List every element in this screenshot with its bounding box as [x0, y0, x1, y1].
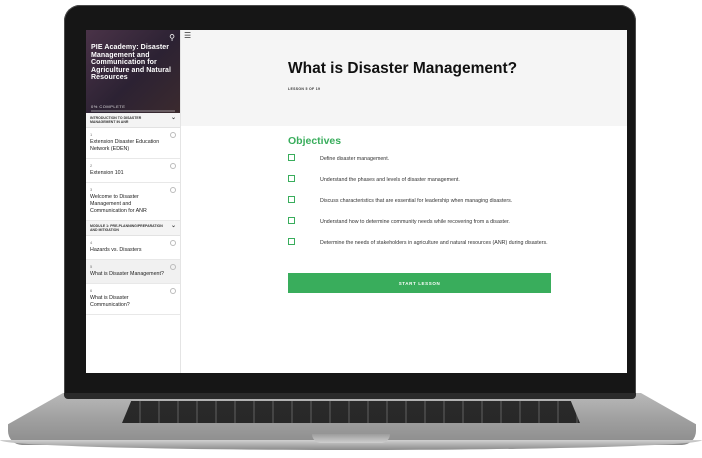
checkbox-icon[interactable] — [288, 196, 295, 203]
lesson-title: What is Disaster Management? — [288, 60, 518, 77]
checkbox-icon[interactable] — [288, 154, 295, 161]
start-lesson-button[interactable]: START LESSON — [288, 273, 551, 293]
objectives-heading: Objectives — [288, 135, 342, 147]
sidebar-section-module-1[interactable]: MODULE 1: PRE-PLANNING/PREPARATION AND M… — [86, 221, 180, 236]
lesson-header — [181, 30, 627, 126]
lesson-number: 1 — [90, 132, 93, 137]
checkbox-icon[interactable] — [288, 217, 295, 224]
status-circle-icon — [170, 240, 176, 246]
course-title: PIE Academy: Disaster Management and Com… — [91, 44, 172, 81]
objective-item[interactable]: Define disaster management. — [288, 154, 558, 175]
chevron-down-icon[interactable]: ⌄ — [171, 115, 176, 121]
lesson-name: What is Disaster Communication? — [90, 295, 130, 308]
laptop-opening-notch — [312, 434, 390, 443]
menu-icon[interactable]: ☰ — [184, 32, 191, 40]
chevron-down-icon[interactable]: ⌄ — [171, 223, 176, 229]
objective-item[interactable]: Discuss characteristics that are essenti… — [288, 196, 558, 217]
laptop-screen: ⚲ PIE Academy: Disaster Management and C… — [86, 30, 627, 373]
status-circle-icon — [170, 132, 176, 138]
course-header: ⚲ PIE Academy: Disaster Management and C… — [86, 30, 180, 113]
sidebar-lesson-4[interactable]: 4 Hazards vs. Disasters — [86, 236, 180, 260]
lesson-number: 5 — [90, 264, 93, 269]
sidebar-lesson-2[interactable]: 2 Extension 101 — [86, 159, 180, 183]
checkbox-icon[interactable] — [288, 238, 295, 245]
status-circle-icon — [170, 163, 176, 169]
objective-text: Understand the phases and levels of disa… — [320, 177, 460, 183]
checkbox-icon[interactable] — [288, 175, 295, 182]
objective-text: Define disaster management. — [320, 156, 390, 162]
lesson-number: 6 — [90, 288, 93, 293]
sidebar-section-intro[interactable]: INTRODUCTION TO DISASTER MANAGEMENT IN A… — [86, 113, 180, 128]
objective-item[interactable]: Understand the phases and levels of disa… — [288, 175, 558, 196]
lesson-name: Welcome to Disaster Management and Commu… — [90, 194, 147, 214]
progress-bar — [91, 110, 175, 112]
objective-item[interactable]: Determine the needs of stakeholders in a… — [288, 238, 558, 264]
lesson-name: Extension Disaster Education Network (ED… — [90, 139, 160, 152]
lesson-number: 4 — [90, 240, 93, 245]
lesson-content: ☰ What is Disaster Management? LESSON 5 … — [181, 30, 627, 373]
objectives-list: Define disaster management. Understand t… — [288, 154, 558, 264]
sidebar-lesson-1[interactable]: 1 Extension Disaster Education Network (… — [86, 128, 180, 159]
objective-item[interactable]: Understand how to determine community ne… — [288, 217, 558, 238]
lesson-count: LESSON 5 OF 19 — [288, 87, 321, 91]
status-circle-icon — [170, 288, 176, 294]
laptop-keyboard — [122, 401, 580, 423]
objective-text: Understand how to determine community ne… — [320, 219, 510, 225]
search-icon[interactable]: ⚲ — [169, 33, 175, 42]
sidebar-lesson-3[interactable]: 3 Welcome to Disaster Management and Com… — [86, 183, 180, 221]
laptop-hinge — [64, 393, 636, 399]
lesson-name: What is Disaster Management? — [90, 271, 164, 277]
progress-label: 0% COMPLETE — [91, 104, 126, 109]
lesson-name: Extension 101 — [90, 170, 124, 176]
status-circle-icon — [170, 264, 176, 270]
objective-text: Discuss characteristics that are essenti… — [320, 198, 513, 204]
sidebar-lesson-6[interactable]: 6 What is Disaster Communication? — [86, 284, 180, 315]
course-sidebar: ⚲ PIE Academy: Disaster Management and C… — [86, 30, 181, 373]
section-title: INTRODUCTION TO DISASTER MANAGEMENT IN A… — [90, 116, 142, 124]
lesson-number: 2 — [90, 163, 93, 168]
sidebar-lesson-5[interactable]: 5 What is Disaster Management? — [86, 260, 180, 284]
status-circle-icon — [170, 187, 176, 193]
lesson-number: 3 — [90, 187, 93, 192]
objective-text: Determine the needs of stakeholders in a… — [320, 240, 548, 246]
lesson-name: Hazards vs. Disasters — [90, 247, 142, 253]
section-title: MODULE 1: PRE-PLANNING/PREPARATION AND M… — [90, 224, 163, 232]
